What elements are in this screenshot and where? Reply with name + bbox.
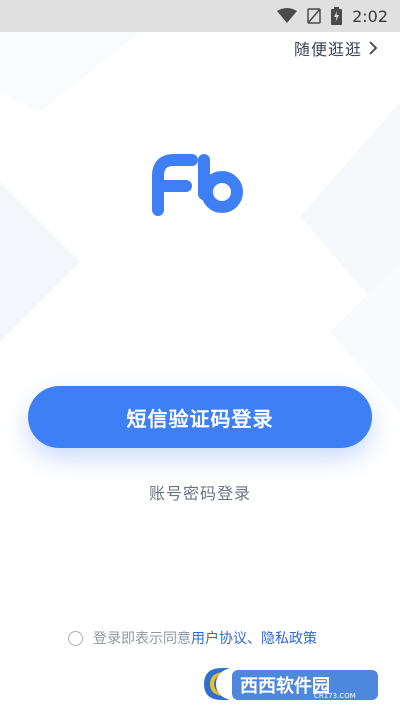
watermark-logo: 西西软件园 CR173.COM xyxy=(196,662,386,706)
browse-label: 随便逛逛 xyxy=(293,40,362,59)
wifi-icon xyxy=(277,8,298,24)
status-bar: 2:02 xyxy=(0,0,400,32)
agreement-text: 登录即表示同意 用户协议 、 隐私政策 xyxy=(93,628,317,648)
no-signal-icon xyxy=(307,8,321,24)
svg-text:CR173.COM: CR173.COM xyxy=(314,692,356,700)
user-agreement-link[interactable]: 用户协议 xyxy=(191,628,247,648)
fb-logo xyxy=(152,152,248,216)
agreement-checkbox[interactable] xyxy=(68,630,83,646)
sms-login-label: 短信验证码登录 xyxy=(126,406,274,431)
battery-charging-icon xyxy=(331,7,343,25)
agreement-prefix: 登录即表示同意 xyxy=(93,631,191,647)
status-time: 2:02 xyxy=(352,6,388,26)
sms-login-button[interactable]: 短信验证码登录 xyxy=(28,386,372,448)
agreement-separator: 、 xyxy=(247,631,261,647)
password-login-link[interactable]: 账号密码登录 xyxy=(0,480,400,504)
agreement-row: 登录即表示同意 用户协议 、 隐私政策 xyxy=(68,628,317,648)
background-decoration xyxy=(0,32,400,412)
chevron-right-icon xyxy=(368,40,378,56)
privacy-policy-link[interactable]: 隐私政策 xyxy=(261,628,317,648)
browse-around-link[interactable]: 随便逛逛 xyxy=(294,36,378,60)
password-login-label: 账号密码登录 xyxy=(148,484,251,503)
